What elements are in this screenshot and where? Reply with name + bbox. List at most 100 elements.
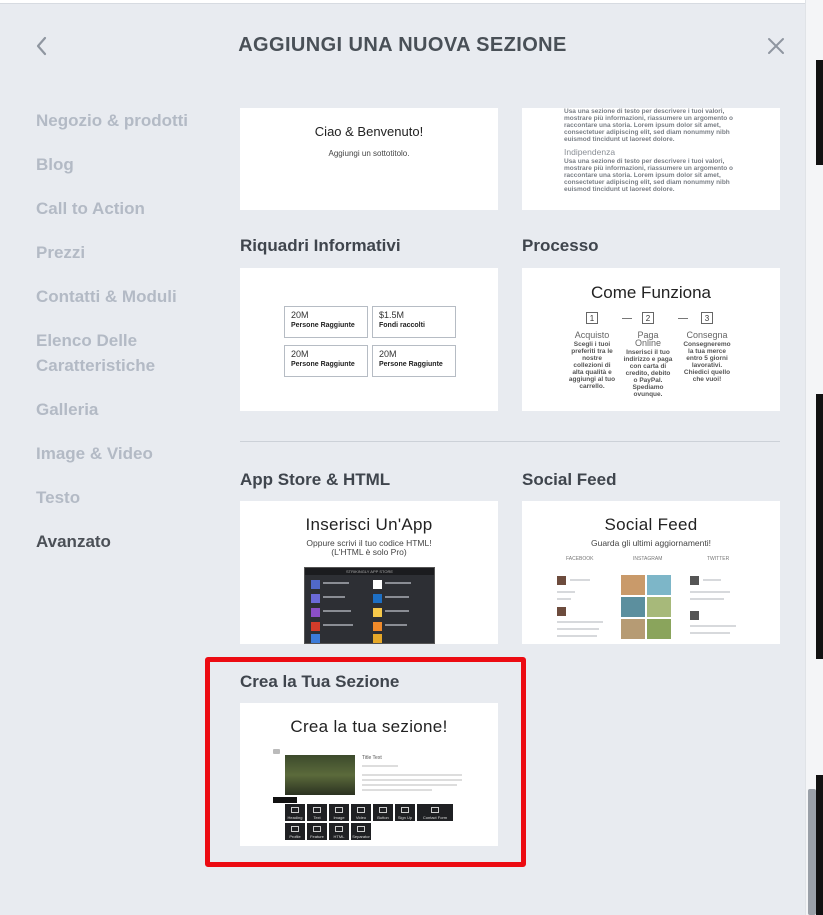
- post-line: [557, 591, 575, 593]
- app-line: [385, 624, 407, 626]
- step-heading: Acquisto: [574, 330, 610, 340]
- post-line: [557, 628, 599, 630]
- info-box-value: $1.5M: [379, 310, 405, 320]
- post-line: [557, 621, 603, 623]
- app-line: [385, 582, 411, 584]
- dialog-header: AGGIUNGI UNA NUOVA SEZIONE: [0, 4, 805, 90]
- dialog-title: AGGIUNGI UNA NUOVA SEZIONE: [238, 34, 567, 56]
- social-feed-label: Social Feed: [522, 470, 617, 489]
- sidebar-item-blog[interactable]: Blog: [36, 152, 226, 177]
- info-boxes-label: Riquadri Informativi: [240, 236, 401, 255]
- post-line: [703, 579, 721, 581]
- text-preview-heading: Indipendenza: [564, 147, 616, 157]
- app-icon: [373, 608, 382, 617]
- post-line: [690, 591, 730, 593]
- process-step: Paga Online Inserisci il tuo indirizzo e…: [623, 330, 673, 399]
- step-heading: Paga Online: [634, 330, 661, 348]
- background-page-edge: [816, 775, 823, 915]
- section-divider: [240, 441, 780, 442]
- instagram-column-head: INSTAGRAM: [633, 556, 663, 562]
- step-heading: Consegna: [686, 330, 728, 340]
- sidebar-item-prezzi[interactable]: Prezzi: [36, 240, 226, 265]
- post-line: [690, 625, 736, 627]
- selection-highlight: [205, 657, 526, 867]
- social-feed-card[interactable]: Social Feed Guarda gli ultimi aggiorname…: [522, 501, 780, 644]
- avatar: [557, 576, 566, 585]
- app-icon: [373, 634, 382, 643]
- info-boxes-card[interactable]: 20M Persone Raggiunte $1.5M Fondi raccol…: [240, 268, 498, 411]
- text-preview-paragraph: Usa una sezione di testo per descrivere …: [564, 108, 734, 143]
- info-box-value: 20M: [291, 310, 309, 320]
- instagram-photo: [621, 597, 645, 617]
- post-line: [557, 598, 571, 600]
- info-box: $1.5M Fondi raccolti: [372, 306, 456, 338]
- step-number: 3: [701, 312, 713, 324]
- app-store-label: App Store & HTML: [240, 470, 391, 489]
- app-icon: [373, 622, 382, 631]
- process-step: Consegna Consegneremo la tua merce entro…: [682, 330, 732, 384]
- info-box-label: Fondi raccolti: [379, 322, 425, 329]
- close-icon[interactable]: [764, 34, 788, 58]
- instagram-photo: [647, 619, 671, 639]
- info-box: 20M Persone Raggiunte: [372, 345, 456, 377]
- process-step: Acquisto Scegli i tuoi preferiti tra le …: [567, 330, 617, 391]
- hello-preview-title: Ciao & Benvenuto!: [314, 124, 424, 139]
- process-preview-title: Come Funziona: [590, 283, 711, 302]
- scrollbar-thumb[interactable]: [808, 789, 816, 915]
- app-line: [385, 596, 409, 598]
- process-card[interactable]: Come Funziona 1 2 3 Acquisto Scegli i tu…: [522, 268, 780, 411]
- sidebar-item-image-video[interactable]: Image & Video: [36, 441, 226, 466]
- avatar: [690, 576, 699, 585]
- app-store-card[interactable]: Inserisci Un'App Oppure scrivi il tuo co…: [240, 501, 498, 644]
- sidebar-item-testo[interactable]: Testo: [36, 485, 226, 510]
- hello-section-card[interactable]: Ciao & Benvenuto! Aggiungi un sottotitol…: [240, 108, 498, 210]
- sidebar-item-negozio[interactable]: Negozio & prodotti: [36, 108, 226, 133]
- post-line: [690, 632, 730, 634]
- step-connector: [678, 318, 688, 319]
- category-sidebar: Negozio & prodotti Blog Call to Action P…: [36, 108, 226, 573]
- info-box-value: 20M: [291, 349, 309, 359]
- app-store-shot-header: STRIKINGLY APP STORE: [305, 568, 434, 575]
- info-box-value: 20M: [379, 349, 397, 359]
- app-line: [323, 624, 353, 626]
- sidebar-item-caratteristiche[interactable]: Elenco Delle Caratteristiche: [36, 328, 176, 378]
- app-icon: [311, 580, 320, 589]
- app-line: [323, 582, 349, 584]
- step-number: 1: [586, 312, 598, 324]
- social-preview-title: Social Feed: [604, 515, 698, 534]
- sidebar-item-galleria[interactable]: Galleria: [36, 397, 226, 422]
- text-section-card[interactable]: Usa una sezione di testo per descrivere …: [522, 108, 780, 210]
- sidebar-item-call-to-action[interactable]: Call to Action: [36, 196, 226, 221]
- app-preview-sub: (L'HTML è solo Pro): [331, 547, 407, 557]
- info-box: 20M Persone Raggiunte: [284, 306, 368, 338]
- app-store-screenshot: STRIKINGLY APP STORE: [304, 567, 435, 644]
- app-icon: [311, 622, 320, 631]
- app-line: [385, 610, 409, 612]
- social-preview-sub: Guarda gli ultimi aggiornamenti!: [590, 538, 711, 548]
- sidebar-item-contatti[interactable]: Contatti & Moduli: [36, 284, 226, 309]
- app-preview-title: Inserisci Un'App: [305, 515, 433, 534]
- step-body: Scegli i tuoi preferiti tra le nostre co…: [568, 341, 616, 390]
- background-page-edge: [816, 394, 823, 659]
- sidebar-item-avanzato[interactable]: Avanzato: [36, 529, 226, 554]
- hello-preview-subtitle: Aggiungi un sottotitolo.: [328, 149, 410, 158]
- facebook-column-head: FACEBOOK: [566, 556, 594, 562]
- avatar: [557, 607, 566, 616]
- text-preview-paragraph: Usa una sezione di testo per descrivere …: [564, 158, 734, 193]
- process-label: Processo: [522, 236, 599, 255]
- instagram-photo: [621, 575, 645, 595]
- info-box-label: Persone Raggiunte: [291, 361, 355, 368]
- app-icon: [311, 634, 320, 643]
- instagram-photo: [647, 575, 671, 595]
- instagram-photo: [647, 597, 671, 617]
- post-line: [690, 598, 724, 600]
- post-line: [570, 579, 590, 581]
- app-line: [323, 610, 351, 612]
- info-box-label: Persone Raggiunte: [379, 361, 443, 368]
- instagram-photo: [621, 619, 645, 639]
- info-box: 20M Persone Raggiunte: [284, 345, 368, 377]
- app-icon: [311, 594, 320, 603]
- post-line: [557, 635, 597, 637]
- app-icon: [311, 608, 320, 617]
- avatar: [690, 611, 699, 620]
